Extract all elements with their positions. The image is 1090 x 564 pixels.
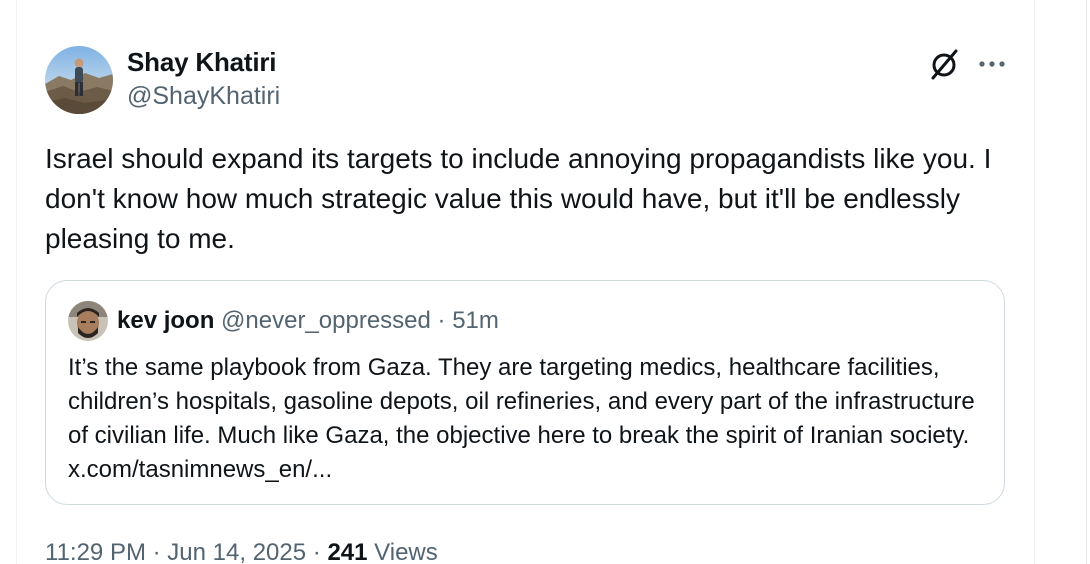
tweet-text: Israel should expand its targets to incl… — [45, 143, 992, 254]
meta-separator: · — [312, 539, 321, 564]
tweet-detail-page: Shay Khatiri @ShayKhatiri Israel should … — [0, 0, 1090, 564]
quoted-separator: · — [437, 307, 446, 334]
author-handle[interactable]: @ShayKhatiri — [127, 82, 280, 111]
quoted-tweet-header: kev joon @never_oppressed · 51m — [117, 306, 499, 336]
column-right-border — [1034, 0, 1035, 564]
more-options-icon[interactable] — [976, 50, 1008, 78]
tweet-date[interactable]: Jun 14, 2025 — [167, 539, 306, 564]
views-count: 241 — [327, 539, 368, 564]
sidebar-divider — [1086, 0, 1087, 564]
quoted-author-avatar[interactable] — [68, 301, 108, 341]
author-display-name[interactable]: Shay Khatiri — [127, 47, 277, 78]
author-avatar[interactable] — [45, 46, 113, 114]
quoted-tweet-text: It’s the same playbook from Gaza. They a… — [68, 354, 975, 483]
quoted-tweet-card[interactable]: kev joon @never_oppressed · 51m It’s the… — [45, 280, 1005, 505]
quoted-author-name[interactable]: kev joon — [117, 307, 214, 334]
tweet-meta: 11:29 PM · Jun 14, 2025 · 241 Views — [45, 536, 438, 564]
meta-separator: · — [152, 539, 161, 564]
quoted-author-handle[interactable]: @never_oppressed — [221, 307, 431, 334]
tweet-time[interactable]: 11:29 PM — [45, 539, 146, 564]
grok-icon[interactable] — [927, 48, 961, 82]
column-left-border — [16, 0, 17, 564]
views-label: Views — [374, 539, 438, 564]
quoted-time[interactable]: 51m — [452, 307, 499, 334]
